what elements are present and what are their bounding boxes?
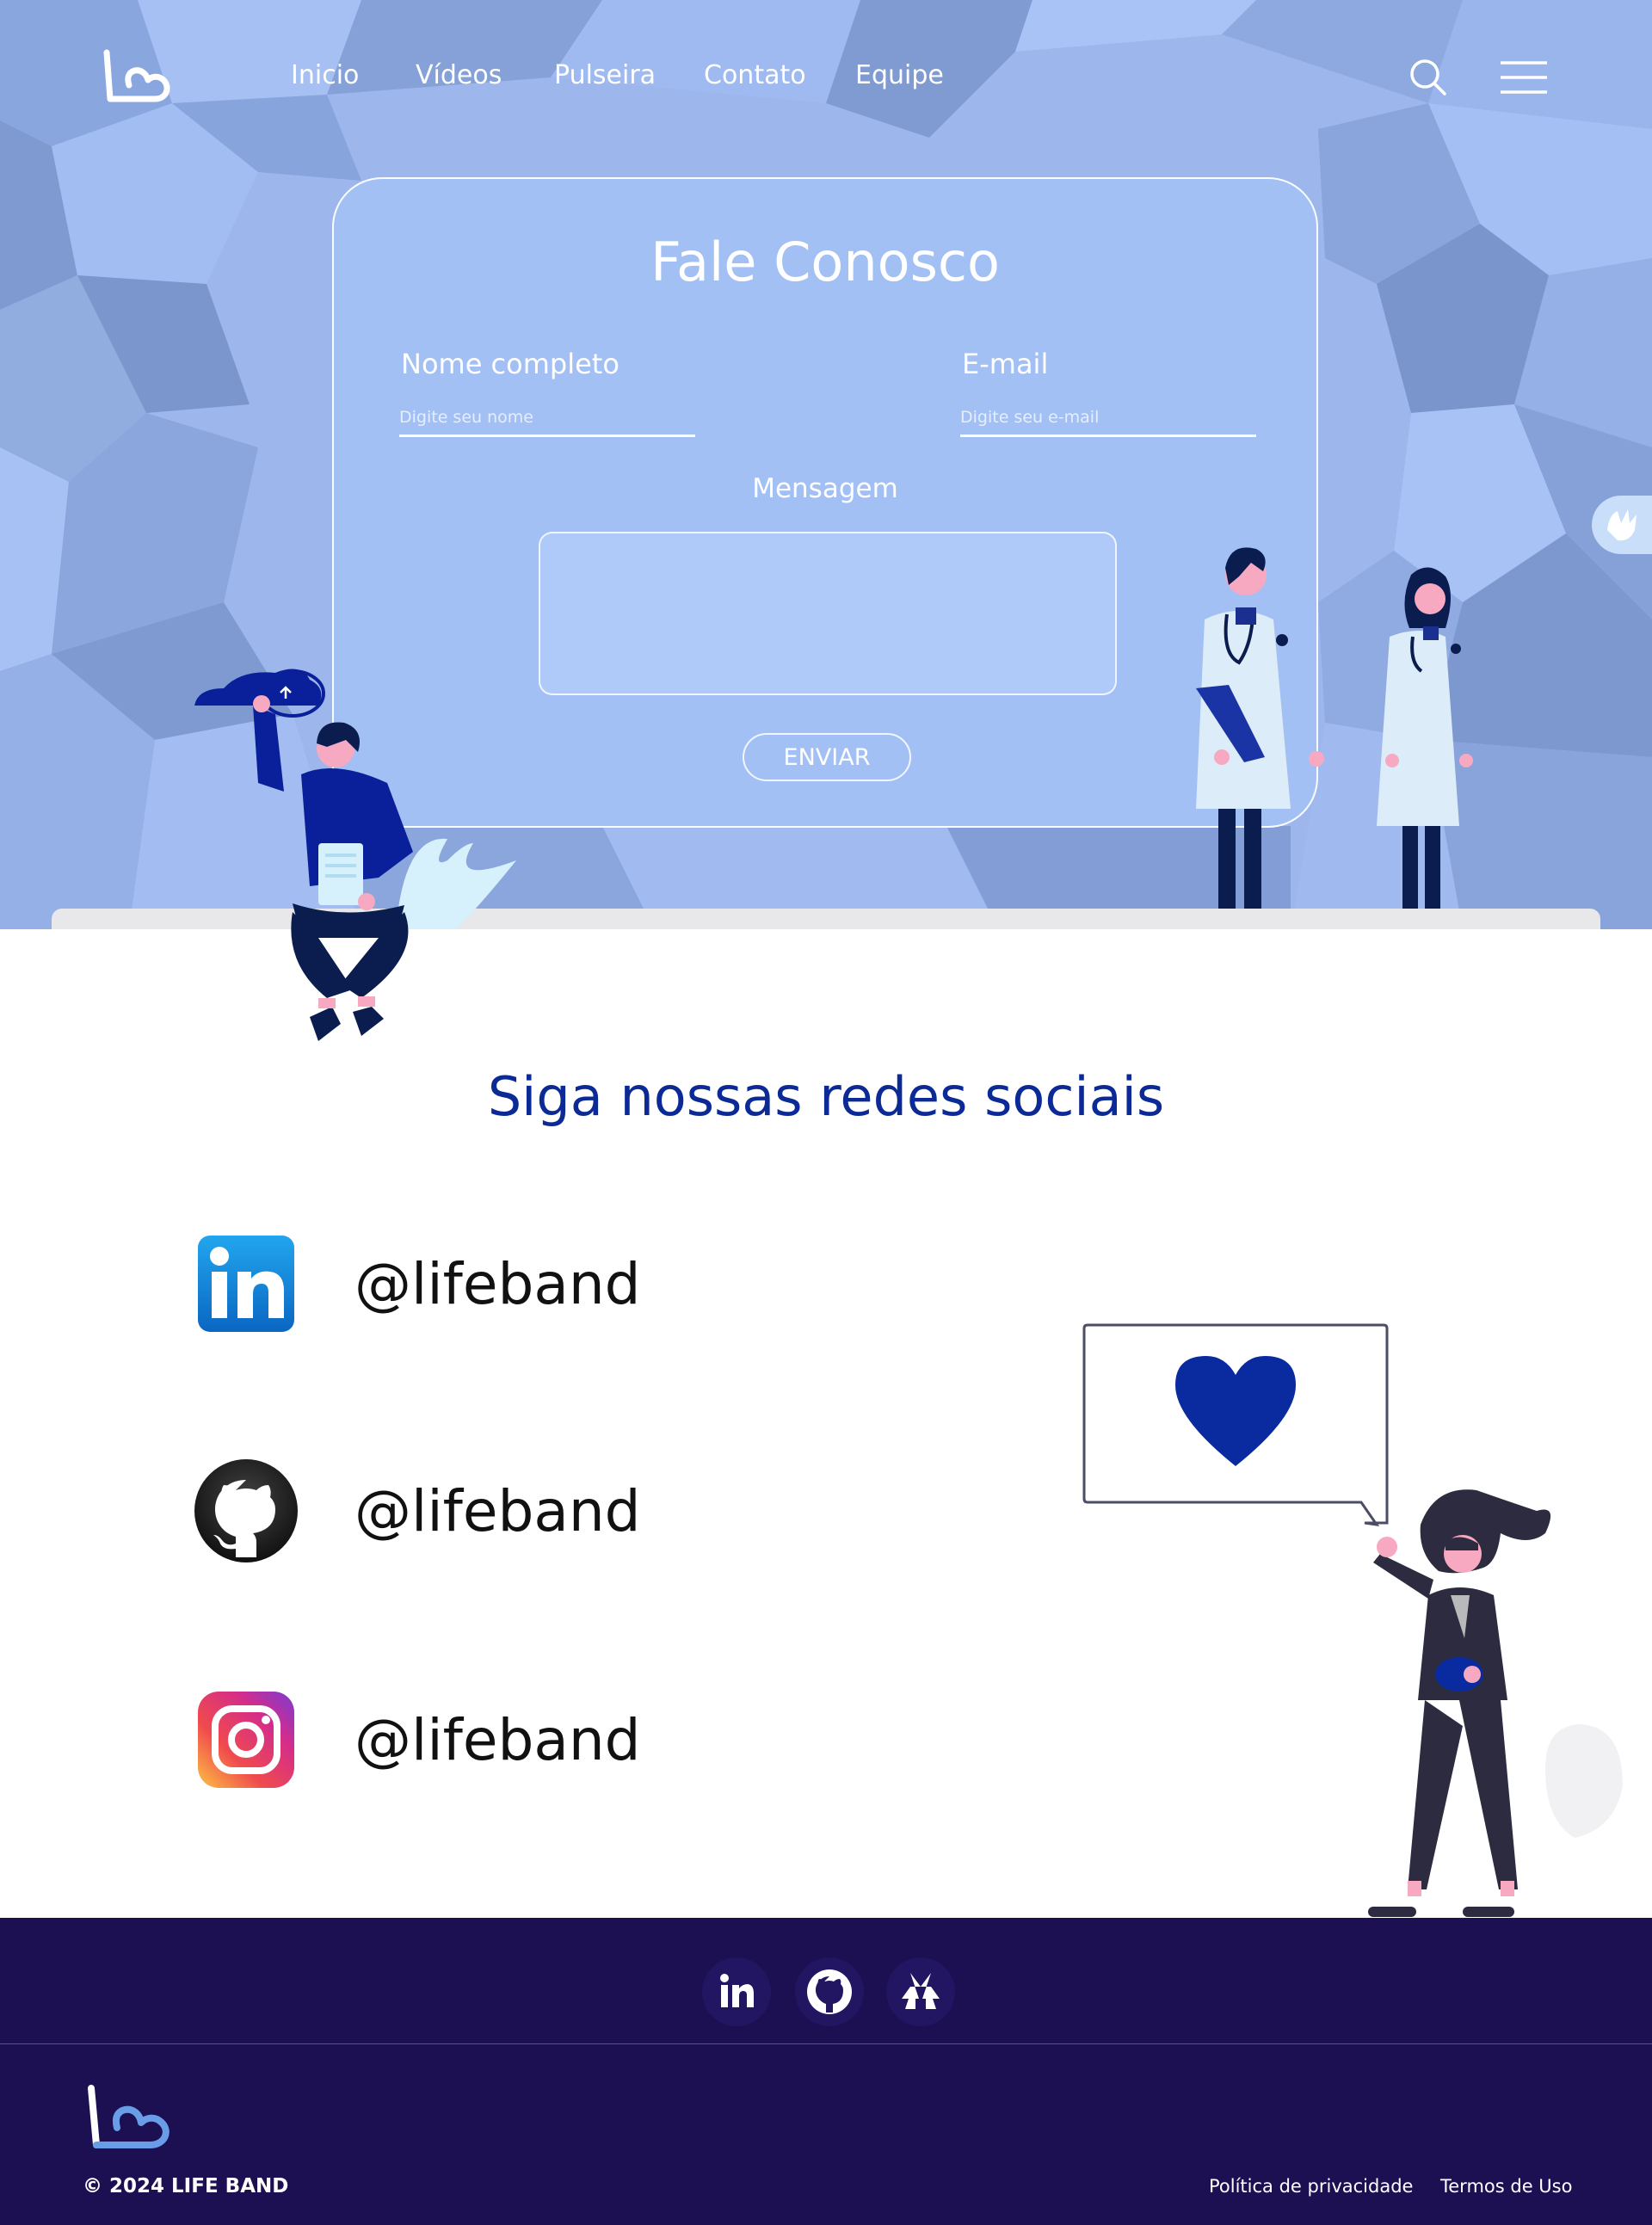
terms-of-use-link[interactable]: Termos de Uso	[1440, 2176, 1572, 2197]
name-input[interactable]	[399, 403, 695, 437]
nav-pulseira[interactable]: Pulseira	[554, 60, 656, 90]
nav-videos[interactable]: Vídeos	[416, 60, 502, 90]
footer-divider	[0, 2043, 1652, 2044]
instagram-icon	[198, 1692, 294, 1788]
search-icon[interactable]	[1408, 57, 1449, 98]
nav-contato[interactable]: Contato	[704, 60, 806, 90]
linkedin-handle: @lifeband	[354, 1251, 641, 1317]
social-instagram[interactable]: @lifeband	[194, 1688, 797, 1791]
nav-equipe[interactable]: Equipe	[855, 60, 944, 90]
email-input[interactable]	[960, 403, 1256, 437]
footer-linktree-icon[interactable]	[886, 1957, 955, 2026]
person-with-cloud-illustration	[194, 669, 516, 1041]
email-label: E-mail	[962, 348, 1049, 380]
linkedin-icon	[198, 1236, 294, 1332]
nav-inicio[interactable]: Inicio	[291, 60, 359, 90]
doctors-illustration	[1196, 547, 1473, 912]
social-linkedin[interactable]: @lifeband	[194, 1232, 797, 1335]
social-title: Siga nossas redes sociais	[487, 1065, 1165, 1128]
hamburger-menu-icon[interactable]	[1501, 60, 1547, 95]
sign-language-icon	[1607, 509, 1637, 541]
contact-title: Fale Conosco	[650, 231, 1000, 293]
site-footer: © 2024 LIFE BAND Política de privacidade…	[0, 1918, 1652, 2225]
lifeband-logo[interactable]	[102, 47, 172, 104]
name-label: Nome completo	[401, 348, 620, 380]
footer-logo[interactable]	[84, 2081, 174, 2150]
github-handle: @lifeband	[354, 1478, 641, 1544]
instagram-handle: @lifeband	[354, 1707, 641, 1773]
message-textarea[interactable]	[539, 532, 1117, 695]
send-button[interactable]: ENVIAR	[743, 733, 911, 781]
accessibility-tab[interactable]	[1592, 496, 1652, 554]
woman-heart-illustration	[1082, 1323, 1623, 1917]
github-icon	[194, 1459, 298, 1562]
top-navbar: Inicio Vídeos Pulseira Contato Equipe	[0, 0, 1652, 155]
footer-linkedin-icon[interactable]	[702, 1957, 771, 2026]
social-github[interactable]: @lifeband	[194, 1459, 797, 1562]
privacy-policy-link[interactable]: Política de privacidade	[1209, 2176, 1413, 2197]
message-label: Mensagem	[752, 473, 898, 504]
copyright-text: © 2024 LIFE BAND	[83, 2175, 289, 2197]
footer-github-icon[interactable]	[795, 1957, 864, 2026]
